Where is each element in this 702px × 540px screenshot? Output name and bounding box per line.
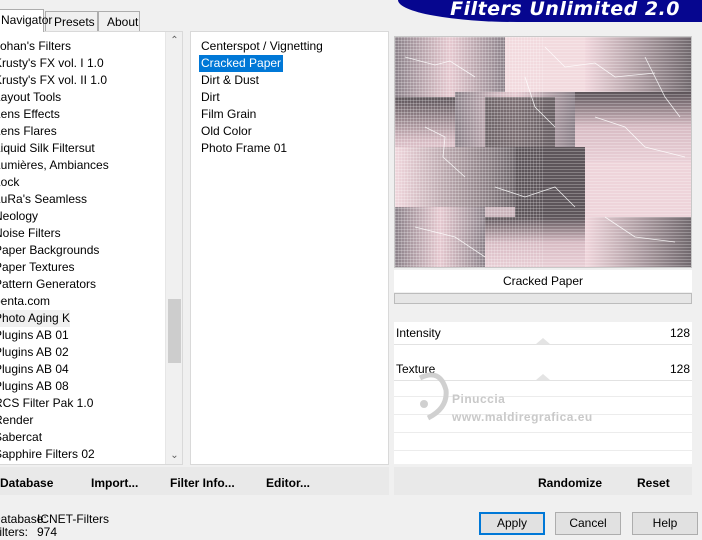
category-item[interactable]: Lens Effects bbox=[0, 106, 164, 123]
filter-item[interactable]: Film Grain bbox=[199, 106, 258, 123]
empty-param-slot bbox=[394, 450, 692, 451]
category-item[interactable]: Layout Tools bbox=[0, 89, 164, 106]
param-label: Intensity bbox=[396, 326, 441, 340]
category-item[interactable]: Lumières, Ambiances bbox=[0, 157, 164, 174]
slider-track[interactable] bbox=[394, 380, 692, 381]
empty-param-slot bbox=[394, 396, 692, 397]
category-item[interactable]: Krusty's FX vol. I 1.0 bbox=[0, 55, 164, 72]
param-value: 128 bbox=[669, 362, 690, 376]
param-texture[interactable]: Texture 128 bbox=[394, 360, 692, 381]
app-title: Filters Unlimited 2.0 bbox=[450, 0, 680, 20]
tab-about[interactable]: About bbox=[98, 11, 140, 31]
preview-caption: Cracked Paper bbox=[394, 270, 692, 292]
category-list[interactable]: Johan's Filters Krusty's FX vol. I 1.0 Kru… bbox=[0, 38, 164, 464]
param-intensity[interactable]: Intensity 128 bbox=[394, 324, 692, 345]
scrollbar-thumb[interactable] bbox=[168, 299, 181, 363]
category-item[interactable]: Neology bbox=[0, 208, 164, 225]
category-item[interactable]: LuRa's Seamless bbox=[0, 191, 164, 208]
preview-progress-bar bbox=[394, 293, 692, 304]
filter-item[interactable]: Centerspot / Vignetting bbox=[199, 38, 325, 55]
category-item[interactable]: Photo Aging Kit bbox=[0, 310, 70, 327]
apply-button[interactable]: Apply bbox=[479, 512, 545, 535]
category-item[interactable]: Krusty's FX vol. II 1.0 bbox=[0, 72, 164, 89]
cancel-button[interactable]: Cancel bbox=[555, 512, 621, 535]
category-list-panel: Johan's Filters Krusty's FX vol. I 1.0 Kru… bbox=[0, 31, 183, 465]
filter-list-panel: Centerspot / Vignetting Cracked Paper Dirt… bbox=[190, 31, 389, 465]
preview-button-bar: Randomize Reset bbox=[394, 467, 692, 495]
category-item[interactable]: Sabercat bbox=[0, 429, 164, 446]
empty-param-slot bbox=[394, 432, 692, 433]
category-item[interactable]: Liquid Silk Filtersut bbox=[0, 140, 164, 157]
category-item[interactable]: Lock bbox=[0, 174, 164, 191]
category-item[interactable]: Plugins AB 02 bbox=[0, 344, 164, 361]
category-item[interactable]: Render bbox=[0, 412, 164, 429]
editor-button[interactable]: Editor... bbox=[266, 476, 310, 490]
tab-presets[interactable]: Presets bbox=[45, 11, 98, 31]
database-button[interactable]: Database bbox=[0, 476, 53, 490]
scroll-down-icon[interactable]: ⌄ bbox=[166, 447, 182, 464]
navigator-button-bar: Database Import... Filter Info... Editor… bbox=[0, 467, 389, 495]
category-item[interactable]: Plugins AB 04 bbox=[0, 361, 164, 378]
category-item[interactable]: Paper Textures bbox=[0, 259, 164, 276]
filter-item[interactable]: Photo Frame 01 bbox=[199, 140, 289, 157]
category-item[interactable]: Sapphire Filters 03 bbox=[0, 463, 164, 464]
slider-thumb[interactable] bbox=[536, 374, 550, 380]
preview-image bbox=[394, 36, 692, 268]
cracked-paper-preview bbox=[395, 37, 691, 267]
category-item[interactable]: RCS Filter Pak 1.0 bbox=[0, 395, 164, 412]
category-scrollbar[interactable]: ⌃ ⌄ bbox=[165, 32, 182, 464]
filters-count: 974 bbox=[37, 525, 58, 539]
category-item[interactable]: Lens Flares bbox=[0, 123, 164, 140]
header-banner: Filters Unlimited 2.0 bbox=[398, 0, 702, 22]
category-item[interactable]: Sapphire Filters 02 bbox=[0, 446, 164, 463]
scroll-up-icon[interactable]: ⌃ bbox=[166, 32, 182, 49]
filters-label: Filters: bbox=[0, 525, 28, 539]
import-button[interactable]: Import... bbox=[91, 476, 138, 490]
filter-item[interactable]: Dirt bbox=[199, 89, 222, 106]
param-label: Texture bbox=[396, 362, 436, 376]
category-item[interactable]: Pattern Generators bbox=[0, 276, 164, 293]
category-item[interactable]: penta.com bbox=[0, 293, 164, 310]
category-item[interactable]: Noise Filters bbox=[0, 225, 164, 242]
database-value: ICNET-Filters bbox=[37, 512, 109, 526]
empty-param-slot bbox=[394, 414, 692, 415]
category-item[interactable]: Johan's Filters bbox=[0, 38, 164, 55]
param-value: 128 bbox=[669, 326, 690, 340]
filter-info-button[interactable]: Filter Info... bbox=[170, 476, 235, 490]
category-item[interactable]: Plugins AB 08 bbox=[0, 378, 164, 395]
randomize-button[interactable]: Randomize bbox=[538, 476, 602, 490]
reset-button[interactable]: Reset bbox=[637, 476, 670, 490]
slider-track[interactable] bbox=[394, 344, 692, 345]
category-item[interactable]: Plugins AB 01 bbox=[0, 327, 164, 344]
help-button[interactable]: Help bbox=[632, 512, 698, 535]
filter-item[interactable]: Cracked Paper bbox=[199, 55, 284, 72]
filter-list[interactable]: Centerspot / Vignetting Cracked Paper Dirt… bbox=[199, 38, 325, 157]
filter-item[interactable]: Dirt & Dust bbox=[199, 72, 261, 89]
slider-thumb[interactable] bbox=[536, 338, 550, 344]
category-item[interactable]: Paper Backgrounds bbox=[0, 242, 164, 259]
tab-navigator[interactable]: Navigator bbox=[0, 9, 52, 32]
filter-item[interactable]: Old Color bbox=[199, 123, 254, 140]
parameter-panel: Intensity 128 Texture 128 bbox=[394, 322, 692, 464]
